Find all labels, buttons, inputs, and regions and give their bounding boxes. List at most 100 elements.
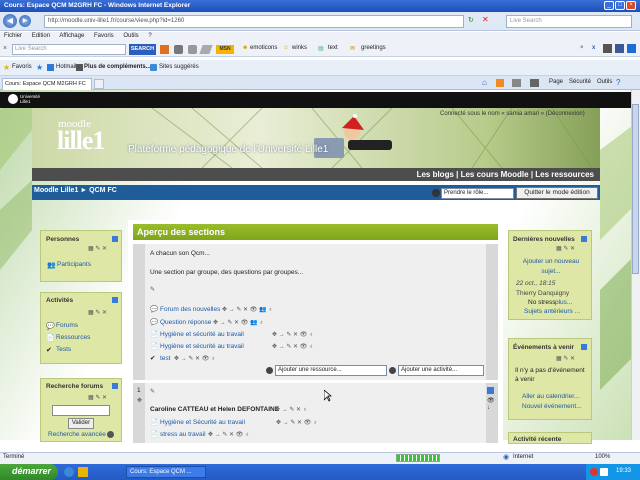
toolbar-search-button[interactable]: SEARCH [129, 44, 156, 55]
breadcrumb-course[interactable]: QCM FC [89, 187, 117, 194]
toolbar-x-icon[interactable]: × [580, 45, 584, 51]
block-collapse-icon[interactable] [112, 383, 118, 389]
refresh-icon[interactable]: ↻ [468, 16, 474, 24]
favorites-star-icon[interactable]: ★ [3, 63, 10, 72]
emoticon-icon[interactable]: ☻ [242, 45, 248, 51]
login-info[interactable]: Connecté sous le nom « samia amari » (Dé… [440, 111, 585, 117]
item-stress-travail[interactable]: stress au travail [160, 431, 206, 438]
move-section-icon[interactable]: ✥ [137, 397, 142, 404]
help-icon[interactable] [107, 431, 114, 438]
block-edit-icons[interactable]: ▦ ✎ ✕ [556, 355, 575, 362]
toolbar-options-icon[interactable] [603, 44, 612, 53]
item-question-reponse[interactable]: Question réponse [160, 319, 211, 326]
tools-menu[interactable]: Outils [597, 79, 612, 85]
close-toolbar-icon[interactable]: × [3, 45, 7, 52]
fav-suggested-sites[interactable]: Sites suggérés [159, 64, 199, 70]
quit-edit-button[interactable]: Quitter le mode édition [516, 187, 598, 199]
block-collapse-icon[interactable] [581, 344, 587, 350]
role-select[interactable]: Prendre le rôle... [441, 188, 514, 199]
item-hygiene-2[interactable]: Hygiène et sécurité au travail [160, 343, 244, 350]
block-edit-icons[interactable]: ▦ ✎ ✕ [88, 394, 107, 401]
nav-cours-moodle[interactable]: Les cours Moodle [461, 170, 529, 179]
fav-more-addons[interactable]: Plus de compléments... [84, 64, 151, 70]
help-icon[interactable]: ? [616, 78, 620, 87]
hotmail-icon[interactable] [47, 64, 54, 71]
events-new-link[interactable]: Nouvel événement... [522, 403, 582, 410]
menu-help[interactable]: ? [148, 33, 151, 39]
link-advanced-search[interactable]: Recherche avancée [48, 431, 106, 438]
item-edit-icons[interactable]: ✥ → ✎ ✕ ♁ [275, 406, 307, 413]
menu-fichier[interactable]: Fichier [4, 33, 22, 39]
item-edit-icons[interactable]: ✥ → ✎ ✕ 👁 ♁ [272, 331, 314, 338]
item-forum-nouvelles[interactable]: Forum des nouvelles [160, 306, 220, 313]
news-more-link[interactable]: plus... [555, 299, 572, 306]
fav-hotmail[interactable]: Hotmail [56, 64, 76, 70]
item-edit-icons[interactable]: ✥ → ✎ ✕ 👁 ♁ [174, 355, 216, 362]
messenger-icon[interactable] [160, 45, 169, 54]
read-mail-icon[interactable] [512, 79, 521, 87]
emoticons-button[interactable]: emoticons [250, 45, 277, 51]
breadcrumb-home[interactable]: Moodle Lille1 [34, 187, 78, 194]
tab-current[interactable]: Cours: Espace QCM M2GRH FC [2, 78, 92, 90]
print-icon[interactable] [530, 79, 539, 87]
help-icon[interactable] [266, 367, 273, 374]
news-add-topic[interactable]: Ajouter un nouveau sujet... [518, 257, 584, 277]
winks-icon[interactable]: ☺ [283, 45, 289, 51]
scrollbar-thumb[interactable] [632, 104, 639, 274]
edit-summary-icon[interactable]: ✎ [150, 286, 155, 293]
url-input[interactable]: http://moodle.univ-lille1.fr/course/view… [44, 15, 464, 28]
stop-icon[interactable]: ✕ [482, 15, 489, 24]
start-button[interactable]: démarrer [0, 464, 58, 480]
menu-favoris[interactable]: Favoris [94, 33, 114, 39]
zoom-level[interactable]: 100% [595, 454, 610, 460]
toolbar-extra-icon[interactable] [615, 44, 624, 53]
menu-edition[interactable]: Edition [32, 33, 50, 39]
add-activity-select[interactable]: Ajouter une activité... [398, 365, 484, 376]
taskbar-item-ie[interactable]: Cours: Espace QCM ... [126, 466, 206, 478]
block-edit-icons[interactable]: ▦ ✎ ✕ [88, 245, 107, 252]
item-edit-icons[interactable]: ✥ → ✎ ✕ 👁 ♁ [208, 431, 250, 438]
block-collapse-icon[interactable] [112, 236, 118, 242]
page-menu[interactable]: Page [549, 79, 563, 85]
block-collapse-icon[interactable] [112, 297, 118, 303]
security-menu[interactable]: Sécurité [569, 79, 591, 85]
close-window-button[interactable]: × [626, 1, 636, 10]
item-edit-icons[interactable]: ✥ → ✎ ✕ 👁 ♁ [276, 419, 318, 426]
feeds-icon[interactable] [496, 79, 504, 87]
add-resource-select[interactable]: Ajouter une ressource... [275, 365, 387, 376]
section-visibility-icon[interactable]: 👁 [487, 397, 495, 404]
quicklaunch-folder-icon[interactable] [78, 467, 88, 477]
item-hygiene-1[interactable]: Hygiène et sécurité au travail [160, 331, 244, 338]
tray-icon[interactable] [590, 468, 598, 476]
menu-outils[interactable]: Outils [123, 33, 138, 39]
forum-search-input[interactable] [52, 405, 110, 416]
toolbar-x2-icon[interactable]: x [592, 45, 595, 51]
maximize-button[interactable]: □ [615, 1, 625, 10]
greetings-icon[interactable]: ✉ [350, 45, 355, 52]
minimize-button[interactable]: _ [604, 1, 614, 10]
hotmail-brand-icon[interactable]: MSN [216, 45, 234, 54]
suggested-sites-icon[interactable] [150, 64, 157, 71]
home-icon[interactable]: ⌂ [482, 78, 487, 87]
section-move-down-icon[interactable]: ↓ [487, 405, 490, 411]
link-tests[interactable]: Tests [56, 346, 71, 353]
block-collapse-icon[interactable] [581, 236, 587, 242]
toolbar-more-icon[interactable] [627, 44, 636, 53]
nav-ressources[interactable]: Les ressources [535, 170, 594, 179]
greetings-button[interactable]: greetings [361, 45, 386, 51]
tray-network-icon[interactable] [600, 468, 608, 476]
link-participants[interactable]: Participants [57, 261, 91, 268]
contacts-icon[interactable] [174, 45, 183, 54]
favorites-button[interactable]: Favoris [12, 64, 32, 70]
add-favorite-icon[interactable]: ★ [36, 63, 43, 72]
addons-icon[interactable] [76, 64, 83, 71]
block-edit-icons[interactable]: ▦ ✎ ✕ [88, 309, 107, 316]
help-icon[interactable] [389, 367, 396, 374]
live-search-input[interactable]: Live Search [506, 15, 632, 28]
item-edit-icons[interactable]: ✥ → ✎ ✕ 👁 👥 ♁ [213, 319, 264, 326]
winks-button[interactable]: winks [292, 45, 307, 51]
toolbar-search-input[interactable]: Live Search [12, 44, 126, 55]
quicklaunch-ie-icon[interactable] [64, 467, 74, 477]
item-edit-icons[interactable]: ✥ → ✎ ✕ 👁 👥 ♁ [222, 306, 273, 313]
item-hygiene-securite[interactable]: Hygiène et Sécurité au travail [160, 419, 245, 426]
